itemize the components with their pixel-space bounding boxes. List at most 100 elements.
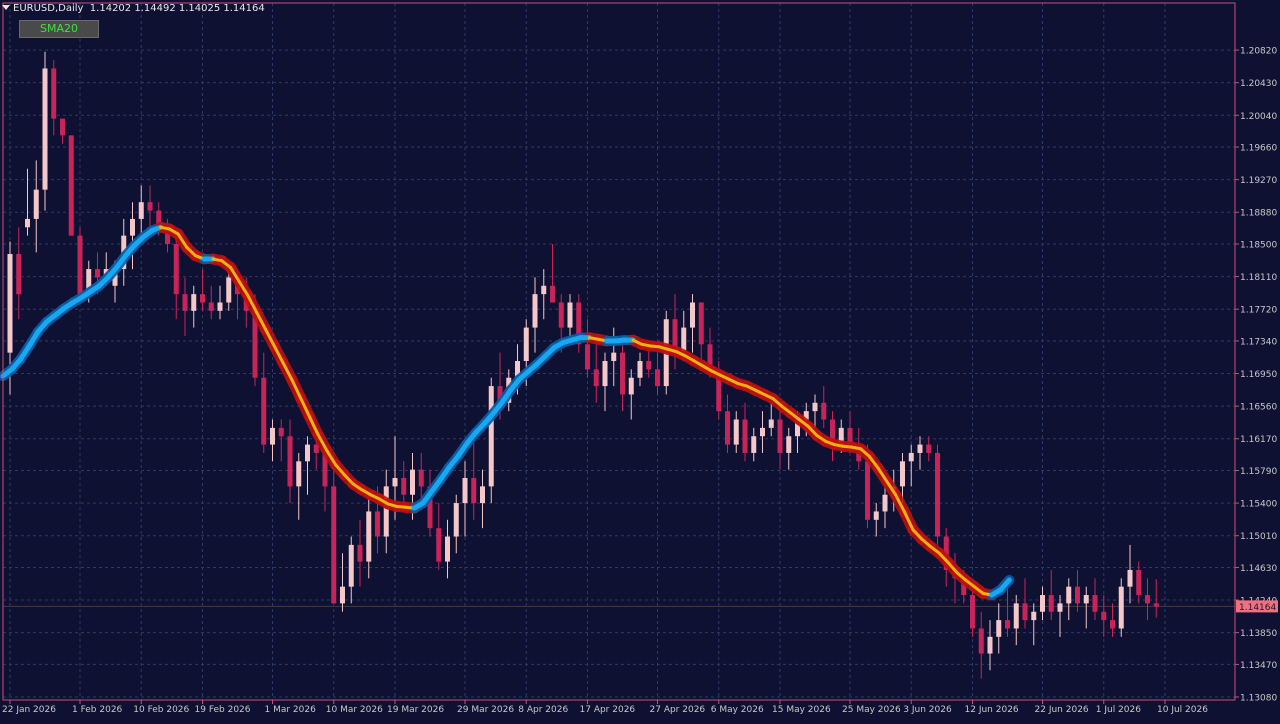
candle-body (130, 218, 135, 236)
candle (287, 419, 293, 504)
price-axis[interactable]: 1.20820 1.20430 1.20040 1.19660 1.19270 1.188… (1235, 47, 1278, 704)
y-tick-label: 1.15400 (1240, 500, 1277, 510)
candle-body (445, 536, 450, 562)
candle (1022, 578, 1028, 629)
candle-body (208, 302, 214, 311)
y-tick-label: 1.15010 (1240, 532, 1277, 542)
y-tick-label: 1.17340 (1240, 337, 1277, 347)
x-tick-label: 6 May 2026 (711, 705, 764, 715)
candle-body (392, 478, 398, 487)
candles (7, 51, 1159, 679)
candle-body (1005, 620, 1010, 629)
candle (191, 285, 197, 328)
candle-body (935, 452, 940, 537)
candle-body (68, 135, 74, 236)
x-tick-label: 10 Feb 2026 (133, 705, 189, 715)
candle (200, 269, 205, 311)
y-tick-label: 1.18110 (1240, 273, 1277, 283)
candle-body (401, 478, 407, 495)
chart-window[interactable]: 1.20820 1.20430 1.20040 1.19660 1.19270 1.188… (0, 0, 1280, 720)
candle-body (226, 277, 232, 303)
y-tick-label: 1.16950 (1240, 370, 1277, 380)
candle-body (602, 361, 608, 387)
candle (480, 469, 485, 529)
candle-body (532, 294, 538, 328)
candle-body (1118, 586, 1124, 629)
candle (1118, 578, 1124, 637)
candle (182, 277, 188, 336)
candle-body (138, 202, 144, 219)
candle-body (77, 235, 83, 295)
x-tick-label: 29 Mar 2026 (457, 705, 514, 715)
candle-body (60, 118, 65, 136)
y-tick-label: 1.13850 (1240, 629, 1277, 639)
y-tick-label: 1.16560 (1240, 403, 1277, 413)
current-price-label: 1.14164 (1239, 603, 1276, 613)
candle (25, 168, 30, 236)
x-tick-label: 12 Jun 2026 (965, 705, 1019, 715)
candle (471, 436, 477, 520)
candle-body (480, 486, 485, 504)
y-tick-label: 1.16170 (1240, 435, 1277, 445)
candle-body (200, 294, 205, 303)
y-tick-label: 1.20430 (1240, 79, 1277, 89)
candle (926, 436, 932, 462)
candle (733, 411, 739, 453)
candle-body (366, 511, 372, 562)
candle (908, 444, 914, 487)
candle-body (646, 361, 652, 370)
candle (436, 503, 442, 570)
candle (270, 419, 275, 462)
candle-body (996, 620, 1002, 637)
candle-body (1145, 595, 1150, 604)
candle-body (1057, 603, 1063, 612)
candle-body (1048, 595, 1054, 612)
candle-body (33, 189, 39, 219)
x-tick-label: 10 Jul 2026 (1157, 705, 1208, 715)
candle-body (873, 511, 879, 520)
candle (1127, 544, 1133, 604)
candle (51, 60, 57, 136)
candle (138, 185, 144, 236)
candle (672, 294, 678, 370)
candle (935, 444, 940, 545)
candle (567, 294, 573, 336)
candle (620, 335, 625, 412)
candle-body (1013, 603, 1019, 629)
candle-body (1101, 611, 1107, 621)
candle-body (1153, 603, 1159, 607)
candle (16, 227, 22, 320)
y-tick-label: 1.15790 (1240, 467, 1277, 477)
candle-body (620, 352, 625, 395)
candle (1013, 595, 1019, 646)
candle-body (698, 302, 704, 345)
dropdown-triangle-icon[interactable] (2, 5, 10, 10)
candle (786, 427, 792, 470)
candle (576, 294, 582, 353)
candle (751, 427, 757, 462)
candle-body (462, 478, 468, 504)
x-tick-label: 3 Jun 2026 (903, 705, 952, 715)
sma20-button[interactable]: SMA20 (19, 20, 99, 38)
candle-body (541, 285, 547, 295)
candle-body (882, 494, 888, 512)
candle-body (348, 544, 354, 587)
candle-body (987, 636, 993, 654)
candle-body (768, 419, 774, 428)
candle (593, 344, 599, 403)
time-axis[interactable]: 22 Jan 2026 1 Feb 2026 10 Feb 2026 19 Feb 2… (2, 700, 1208, 715)
candle-body (270, 427, 275, 445)
candle (60, 118, 65, 144)
candle (987, 620, 993, 671)
candle-body (375, 511, 380, 537)
candle-body (16, 254, 22, 295)
candle (777, 411, 783, 470)
candle (698, 302, 704, 362)
candle (305, 436, 310, 495)
candle (768, 402, 774, 437)
price-chart[interactable]: 1.20820 1.20430 1.20040 1.19660 1.19270 1.188… (0, 0, 1280, 720)
candle-body (95, 269, 100, 278)
candle (1031, 603, 1037, 646)
candle-body (917, 444, 923, 453)
candle-body (690, 302, 695, 328)
